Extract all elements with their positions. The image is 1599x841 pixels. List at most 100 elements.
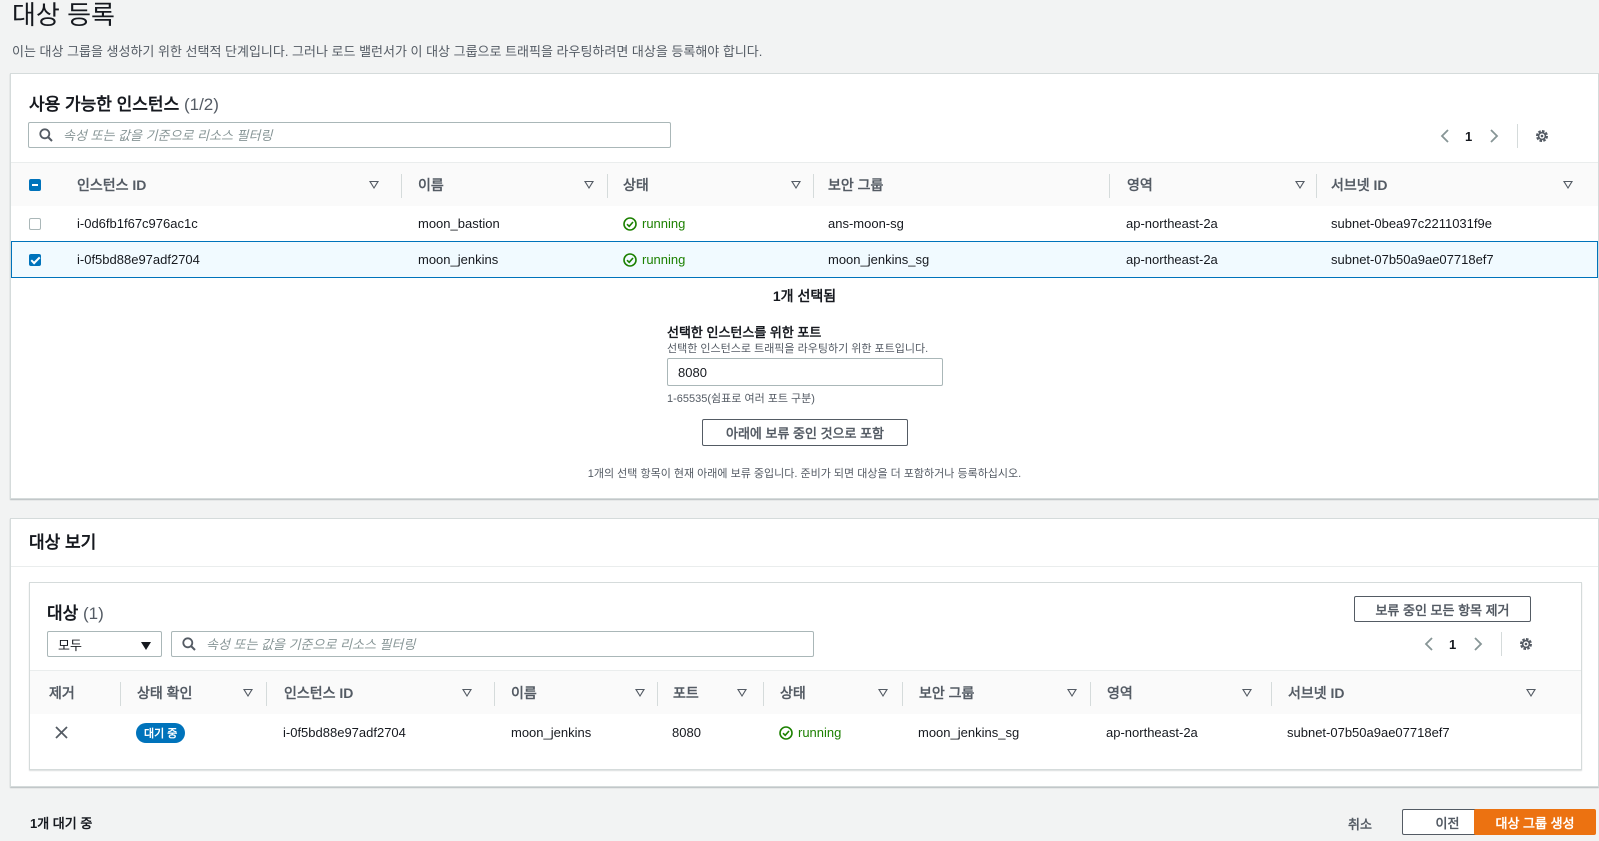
table-row[interactable]: i-0d6fb1f67c976ac1c moon_bastion running… [11,206,1598,242]
select-all-checkbox[interactable] [29,179,41,191]
gear-icon[interactable] [1518,636,1534,652]
sort-icon [462,689,472,697]
check-circle-icon [779,725,793,740]
sort-icon [1563,181,1573,189]
zone: ap-northeast-2a [1126,252,1218,267]
chevron-left-icon[interactable] [1439,128,1451,144]
instance-name: moon_jenkins [418,252,499,267]
port-label: 선택한 인스턴스를 위한 포트 [667,325,822,340]
sort-icon [1242,689,1252,697]
sort-icon [584,181,594,189]
targets-title: 대상 (1) [47,604,104,623]
column-name[interactable]: 이름 [511,671,657,715]
column-separator [266,682,267,706]
instance-id: i-0f5bd88e97adf2704 [283,725,406,740]
remove-all-pending-button[interactable]: 보류 중인 모든 항목 제거 [1354,596,1531,622]
state-filter-select[interactable]: 모두 [47,631,162,657]
column-zone[interactable]: 영역 [1127,163,1317,207]
row-checkbox-cell [29,242,41,277]
column-separator [1271,682,1272,706]
column-port[interactable]: 포트 [673,671,759,715]
column-subnet-id[interactable]: 서브넷 ID [1331,163,1585,207]
column-state[interactable]: 상태 [623,163,813,207]
security-group: moon_jenkins_sg [828,252,930,267]
security-group: ans-moon-sg [828,216,904,231]
remove-cell [55,714,68,751]
caret-down-icon [141,642,151,650]
available-search-input[interactable] [61,126,670,144]
available-search[interactable] [28,122,671,148]
targets-page-number[interactable]: 1 [1449,637,1456,652]
instance-id: i-0d6fb1f67c976ac1c [77,216,198,231]
instance-state: running [779,714,841,751]
close-icon[interactable] [55,726,68,739]
sort-icon [369,181,379,189]
available-page-number[interactable]: 1 [1465,129,1472,144]
available-instances-panel: 사용 가능한 인스턴스 (1/2) 1 인스턴스 ID 이름 상태 보안 그룹 … [10,73,1599,499]
status-running: running [623,216,685,231]
sort-icon [791,181,801,189]
instance-state: running [623,206,685,241]
row-checkbox[interactable] [29,217,41,230]
sort-icon [1295,181,1305,189]
column-security-group[interactable]: 보안 그룹 [828,163,1108,207]
sort-icon [878,689,888,697]
column-separator [813,174,814,198]
column-instance-id[interactable]: 인스턴스 ID [77,163,391,207]
zone: ap-northeast-2a [1106,725,1198,740]
sort-icon [1526,689,1536,697]
subnet-id: subnet-0bea97c2211031f9e [1331,216,1492,231]
page-description: 이는 대상 그룹을 생성하기 위한 선택적 단계입니다. 그러나 로드 밸런서가… [12,44,763,59]
review-targets-panel: 대상 보기 대상 (1) 보류 중인 모든 항목 제거 모두 1 제거 상태 확… [10,518,1599,787]
table-row-selected[interactable]: i-0f5bd88e97adf2704 moon_jenkins running… [11,241,1598,278]
sort-icon [737,689,747,697]
pending-summary: 1개 대기 중 [30,816,93,831]
column-subnet-id[interactable]: 서브넷 ID [1288,671,1548,715]
column-separator [763,682,764,706]
column-remove: 제거 [49,685,75,701]
available-table-header: 인스턴스 ID 이름 상태 보안 그룹 영역 서브넷 ID [11,162,1598,208]
row-checkbox-cell [29,206,41,241]
chevron-left-icon[interactable] [1423,636,1435,652]
check-circle-icon [623,252,637,267]
chevron-right-icon[interactable] [1488,128,1500,144]
targets-count: (1) [83,604,104,623]
column-separator [120,682,121,706]
subnet-id: subnet-07b50a9ae07718ef7 [1287,725,1450,740]
column-separator [1109,174,1110,198]
column-name[interactable]: 이름 [418,163,606,207]
page-title: 대상 등록 [12,0,115,30]
column-zone[interactable]: 영역 [1107,671,1264,715]
pager-divider [1501,632,1503,656]
zone: ap-northeast-2a [1126,216,1218,231]
column-separator [494,682,495,706]
column-state[interactable]: 상태 [780,671,900,715]
health-status-cell: 대기 중 [136,714,186,751]
create-target-group-button[interactable]: 대상 그룹 생성 [1474,809,1596,835]
selected-count: 1개 선택됨 [772,288,837,304]
port-input[interactable] [667,358,943,386]
chevron-right-icon[interactable] [1472,636,1484,652]
column-security-group[interactable]: 보안 그룹 [919,671,1089,715]
targets-container: 대상 (1) 보류 중인 모든 항목 제거 모두 1 제거 상태 확인 인스턴스… [29,582,1582,770]
include-as-pending-button[interactable]: 아래에 보류 중인 것으로 포함 [702,419,908,446]
table-row[interactable]: 대기 중 i-0f5bd88e97adf2704 moon_jenkins 80… [30,714,1581,751]
column-health-status[interactable]: 상태 확인 [137,671,265,715]
targets-search[interactable] [171,631,814,657]
subnet-id: subnet-07b50a9ae07718ef7 [1331,252,1494,267]
targets-search-input[interactable] [204,635,813,653]
status-badge: 대기 중 [136,722,186,743]
cancel-button[interactable]: 취소 [1348,814,1372,833]
pager-divider [1517,124,1519,148]
sort-icon [635,689,645,697]
row-checkbox[interactable] [29,253,41,266]
column-instance-id[interactable]: 인스턴스 ID [284,671,484,715]
gear-icon[interactable] [1534,128,1550,144]
column-separator [1090,682,1091,706]
select-all-cell [29,163,59,207]
instance-name: moon_bastion [418,216,500,231]
port: 8080 [672,725,701,740]
available-pagination: 1 [1439,124,1550,148]
column-separator [657,682,658,706]
pending-note: 1개의 선택 항목이 현재 아래에 보류 중입니다. 준비가 되면 대상을 더 … [587,468,1022,480]
